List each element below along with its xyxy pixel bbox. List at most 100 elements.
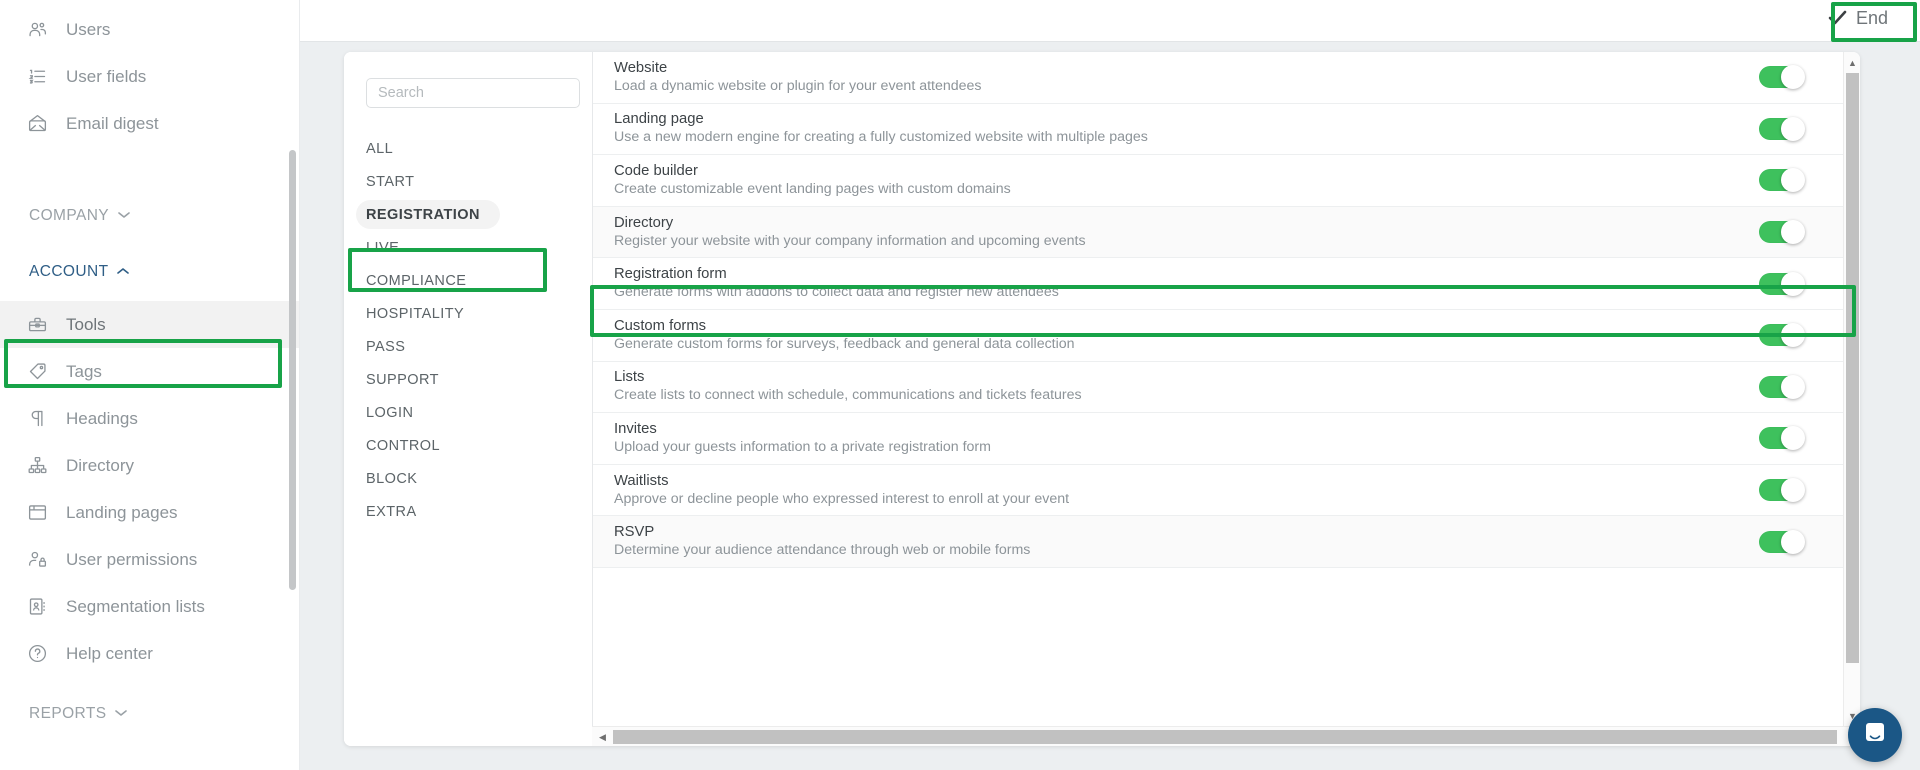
sidebar-item-label: Headings xyxy=(66,408,138,428)
sidebar-item-tags[interactable]: Tags xyxy=(0,348,299,395)
sidebar-item-email-digest[interactable]: Email digest xyxy=(0,100,299,147)
feature-toggle[interactable] xyxy=(1759,65,1805,90)
sidebar-item-help-center[interactable]: Help center xyxy=(0,630,299,677)
feature-toggle[interactable] xyxy=(1759,116,1805,141)
toggle-knob xyxy=(1781,374,1805,399)
sidebar-scrollbar[interactable] xyxy=(289,150,296,590)
category-start[interactable]: START xyxy=(344,165,592,198)
sidebar-item-label: Tags xyxy=(66,361,102,381)
feature-toggle[interactable] xyxy=(1759,168,1805,193)
sidebar-group-account[interactable]: ACCOUNT xyxy=(0,257,299,287)
sidebar-gap-3 xyxy=(0,287,299,301)
sidebar-item-tools[interactable]: Tools xyxy=(0,301,299,348)
feature-row-registration-form[interactable]: Registration form Generate forms with ad… xyxy=(593,258,1843,310)
sidebar-item-directory[interactable]: Directory xyxy=(0,442,299,489)
scroll-left-arrow-icon[interactable]: ◀ xyxy=(594,727,611,746)
sidebar-item-label: User permissions xyxy=(66,549,198,569)
feature-toggle[interactable] xyxy=(1759,478,1805,503)
feature-row-invites[interactable]: Invites Upload your guests information t… xyxy=(593,413,1843,465)
chevron-down-icon xyxy=(115,708,128,720)
toggle-knob xyxy=(1781,220,1805,245)
sidebar-item-label: User fields xyxy=(66,66,147,86)
feature-title: Landing page xyxy=(614,111,704,128)
end-button[interactable]: End xyxy=(1819,4,1898,33)
feature-text: Waitlists Approve or decline people who … xyxy=(614,473,1759,508)
feature-toggle[interactable] xyxy=(1759,529,1805,554)
feature-row-website[interactable]: Website Load a dynamic website or plugin… xyxy=(593,52,1843,104)
feature-title: Custom forms xyxy=(614,317,707,334)
sidebar-item-user-permissions[interactable]: User permissions xyxy=(0,536,299,583)
left-sidebar: Users User fields Email digest COMPANY A… xyxy=(0,0,300,770)
toolbox-icon xyxy=(26,314,48,336)
feature-description: Create lists to connect with schedule, c… xyxy=(614,387,1082,404)
category-label: REGISTRATION xyxy=(366,206,480,223)
category-compliance[interactable]: COMPLIANCE xyxy=(344,264,592,297)
category-all[interactable]: ALL xyxy=(344,132,592,165)
users-icon xyxy=(26,19,48,41)
feature-row-directory[interactable]: Directory Register your website with you… xyxy=(593,206,1843,259)
sidebar-group-reports[interactable]: REPORTS xyxy=(0,699,299,729)
horizontal-scroll-thumb[interactable] xyxy=(613,730,1837,744)
search-input[interactable] xyxy=(366,78,580,108)
feature-description: Generate custom forms for surveys, feedb… xyxy=(614,335,1075,352)
feature-text: Invites Upload your guests information t… xyxy=(614,421,1759,456)
feature-row-waitlists[interactable]: Waitlists Approve or decline people who … xyxy=(593,464,1843,517)
category-control[interactable]: CONTROL xyxy=(344,429,592,462)
category-live[interactable]: LIVE xyxy=(344,231,592,264)
list-numbered-icon xyxy=(26,66,48,88)
sidebar-item-landing-pages[interactable]: Landing pages xyxy=(0,489,299,536)
sidebar-group-label: ACCOUNT xyxy=(29,263,109,280)
sidebar-gap-2 xyxy=(0,231,299,257)
sidebar-item-user-fields[interactable]: User fields xyxy=(0,53,299,100)
feature-horizontal-scrollbar[interactable]: ◀ xyxy=(592,726,1860,746)
sidebar-item-segmentation-lists[interactable]: Segmentation lists xyxy=(0,583,299,630)
sidebar-item-headings[interactable]: Headings xyxy=(0,395,299,442)
end-button-label: End xyxy=(1855,8,1888,28)
vertical-scroll-thumb[interactable] xyxy=(1846,73,1859,663)
feature-row-custom-forms[interactable]: Custom forms Generate custom forms for s… xyxy=(593,309,1843,362)
category-block[interactable]: BLOCK xyxy=(344,462,592,495)
category-label: LIVE xyxy=(366,239,400,256)
feature-description: Create customizable event landing pages … xyxy=(614,180,1011,197)
sidebar-item-label: Tools xyxy=(66,314,106,334)
sidebar-item-label: Segmentation lists xyxy=(66,596,205,616)
feature-text: Custom forms Generate custom forms for s… xyxy=(614,318,1759,353)
sidebar-item-label: Users xyxy=(66,19,111,39)
sidebar-group-company[interactable]: COMPANY xyxy=(0,201,299,231)
category-hospitality[interactable]: HOSPITALITY xyxy=(344,297,592,330)
category-support[interactable]: SUPPORT xyxy=(344,363,592,396)
feature-toggle[interactable] xyxy=(1759,323,1805,348)
category-registration[interactable]: REGISTRATION xyxy=(344,198,592,231)
feature-text: Landing page Use a new modern engine for… xyxy=(614,111,1759,146)
app-root: Users User fields Email digest COMPANY A… xyxy=(0,0,1920,770)
scroll-up-arrow-icon[interactable]: ▲ xyxy=(1844,54,1860,71)
feature-toggle[interactable] xyxy=(1759,271,1805,296)
feature-title: Website xyxy=(614,59,668,76)
intercom-launcher-button[interactable] xyxy=(1848,708,1902,762)
feature-text: Lists Create lists to connect with sched… xyxy=(614,369,1759,404)
feature-text: Website Load a dynamic website or plugin… xyxy=(614,60,1759,95)
feature-title: RSVP xyxy=(614,524,655,541)
category-column: ALL START REGISTRATION LIVE COMPLIANCE H… xyxy=(344,52,592,746)
chevron-up-icon xyxy=(117,266,130,278)
feature-row-code-builder[interactable]: Code builder Create customizable event l… xyxy=(593,155,1843,207)
feature-toggle[interactable] xyxy=(1759,374,1805,399)
feature-title: Directory xyxy=(614,214,674,231)
sidebar-item-label: Help center xyxy=(66,643,153,663)
check-icon xyxy=(1828,10,1847,28)
toggle-knob xyxy=(1781,271,1805,296)
feature-row-rsvp[interactable]: RSVP Determine your audience attendance … xyxy=(593,516,1843,568)
feature-toggle[interactable] xyxy=(1759,220,1805,245)
feature-description: Load a dynamic website or plugin for you… xyxy=(614,77,982,94)
feature-row-landing-page[interactable]: Landing page Use a new modern engine for… xyxy=(593,103,1843,156)
search-wrapper xyxy=(344,78,592,108)
category-label: SUPPORT xyxy=(366,371,439,388)
feature-title: Lists xyxy=(614,369,645,386)
sidebar-item-users[interactable]: Users xyxy=(0,6,299,53)
feature-toggle[interactable] xyxy=(1759,426,1805,451)
category-extra[interactable]: EXTRA xyxy=(344,495,592,528)
category-pass[interactable]: PASS xyxy=(344,330,592,363)
category-login[interactable]: LOGIN xyxy=(344,396,592,429)
feature-row-lists[interactable]: Lists Create lists to connect with sched… xyxy=(593,361,1843,414)
feature-vertical-scrollbar[interactable]: ▲ ▼ xyxy=(1843,52,1860,726)
